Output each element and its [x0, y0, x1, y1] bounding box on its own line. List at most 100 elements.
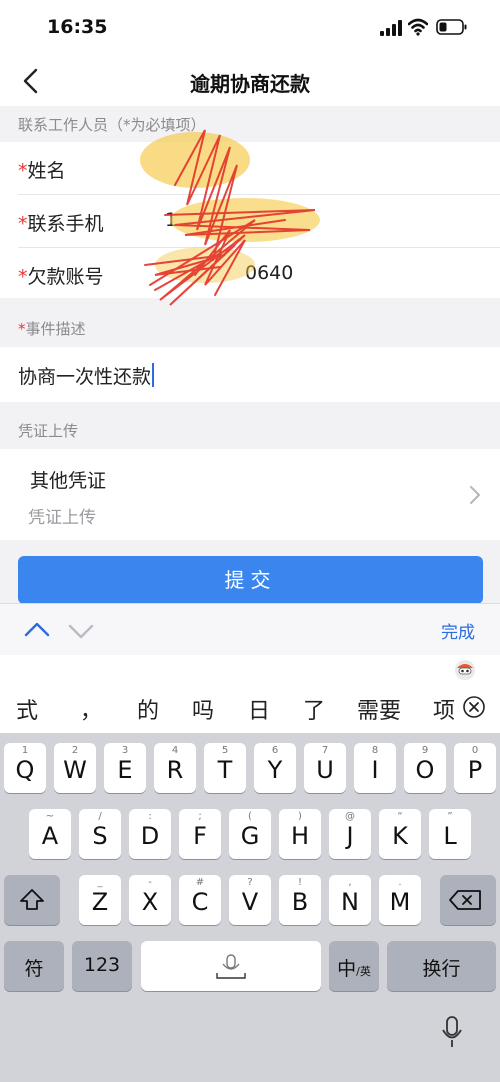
key-label: I	[371, 756, 379, 784]
key-i[interactable]: 8I	[354, 743, 396, 793]
key-w[interactable]: 2W	[54, 743, 96, 793]
ime-mascot-icon[interactable]	[454, 659, 476, 681]
key-sub-label: ”	[447, 811, 453, 822]
key-sub-label: 9	[421, 745, 429, 756]
key-m[interactable]: .M	[379, 875, 421, 925]
return-key[interactable]: 换行	[387, 941, 496, 991]
key-z[interactable]: _ Z	[79, 875, 121, 925]
key-g[interactable]: (G	[229, 809, 271, 859]
key-label: S	[92, 822, 108, 850]
key-sub-label: _	[97, 877, 103, 888]
key-sub-label: 8	[371, 745, 379, 756]
key-c[interactable]: # C	[179, 875, 221, 925]
key-sub-label: ?	[247, 877, 253, 888]
language-toggle-label: 中/英	[329, 954, 379, 981]
numbers-key[interactable]: 123	[72, 941, 132, 991]
key-e[interactable]: 3E	[104, 743, 146, 793]
candidate-word[interactable]: 需要	[357, 693, 401, 725]
backspace-key[interactable]	[440, 875, 496, 925]
candidate-word[interactable]: ，	[80, 693, 102, 725]
language-main-label: 中	[337, 958, 357, 980]
key-label: G	[240, 822, 260, 850]
phone-label-text: 联系手机	[27, 213, 104, 235]
key-h[interactable]: ) H	[279, 809, 321, 859]
evidence-section-label: 凭证上传	[18, 422, 79, 440]
key-label: C	[191, 888, 209, 916]
chevron-down-icon[interactable]	[68, 622, 94, 640]
key-x[interactable]: -X	[129, 875, 171, 925]
done-button[interactable]: 完成	[441, 618, 475, 643]
key-k[interactable]: “K	[379, 809, 421, 859]
key-sub-label: -	[148, 877, 152, 888]
required-mark: *	[18, 160, 28, 182]
space-key[interactable]	[141, 941, 321, 991]
key-sub-label: 5	[221, 745, 229, 756]
event-section-label-text: 事件描述	[25, 320, 86, 338]
key-sub-label: 3	[121, 745, 129, 756]
key-label: K	[392, 822, 408, 850]
key-sub-label: @	[345, 811, 355, 822]
nav-bar: 逾期协商还款	[0, 56, 500, 106]
language-sub-label: /英	[356, 965, 371, 978]
key-v[interactable]: ? V	[229, 875, 271, 925]
key-r[interactable]: 4R	[154, 743, 196, 793]
key-label: B	[291, 888, 309, 916]
key-label: W	[63, 756, 87, 784]
redaction-scribble	[140, 129, 320, 306]
key-o[interactable]: 9O	[404, 743, 446, 793]
key-t[interactable]: 5T	[204, 743, 246, 793]
chevron-up-icon[interactable]	[24, 620, 50, 638]
key-q[interactable]: 1Q	[4, 743, 46, 793]
account-label-text: 欠款账号	[27, 266, 104, 288]
key-label: Q	[15, 756, 35, 784]
key-s[interactable]: / S	[79, 809, 121, 859]
symbols-key[interactable]: 符	[4, 941, 64, 991]
wifi-icon	[408, 18, 428, 36]
key-u[interactable]: 7U	[304, 743, 346, 793]
candidate-word[interactable]: 吗	[192, 693, 214, 725]
key-label: O	[415, 756, 435, 784]
required-mark: *	[18, 320, 26, 338]
shift-key[interactable]	[4, 875, 60, 925]
event-description-input[interactable]: 协商一次性还款	[18, 362, 155, 389]
key-b[interactable]: ! B	[279, 875, 321, 925]
key-p[interactable]: 0P	[454, 743, 496, 793]
key-label: F	[193, 822, 207, 850]
key-label: P	[467, 756, 483, 784]
chevron-right-icon[interactable]	[468, 484, 482, 506]
contact-section-label-req: *	[123, 116, 131, 134]
microphone-icon[interactable]	[440, 1015, 464, 1049]
required-mark: *	[18, 266, 28, 288]
language-toggle-key[interactable]: 中/英	[329, 941, 379, 991]
key-y[interactable]: 6Y	[254, 743, 296, 793]
key-l[interactable]: ” L	[429, 809, 471, 859]
key-label: U	[316, 756, 334, 784]
battery-icon	[436, 19, 467, 35]
text-cursor	[152, 363, 155, 387]
candidate-word[interactable]: 式	[16, 693, 38, 725]
candidate-word[interactable]: 日	[248, 693, 270, 725]
key-sub-label: 6	[271, 745, 279, 756]
close-candidates-icon[interactable]	[462, 695, 486, 719]
key-label: V	[241, 888, 259, 916]
key-j[interactable]: @ J	[329, 809, 371, 859]
candidate-word[interactable]: 的	[137, 693, 159, 725]
submit-button[interactable]: 提交	[18, 556, 483, 604]
key-a[interactable]: ~ A	[29, 809, 71, 859]
key-d[interactable]: :D	[129, 809, 171, 859]
key-sub-label: ;	[198, 811, 202, 822]
key-sub-label: 2	[71, 745, 79, 756]
event-section-label: *事件描述	[18, 318, 86, 339]
backspace-icon	[449, 890, 481, 910]
key-label: X	[141, 888, 159, 916]
candidate-word[interactable]: 项	[433, 693, 455, 725]
key-f[interactable]: ; F	[179, 809, 221, 859]
return-key-label: 换行	[422, 958, 461, 980]
name-label: *姓名	[18, 156, 66, 183]
key-n[interactable]: ,N	[329, 875, 371, 925]
candidate-word[interactable]: 了	[303, 693, 325, 725]
key-sub-label: !	[297, 877, 302, 888]
key-label: L	[443, 822, 457, 850]
status-bar: 16:35	[0, 0, 500, 56]
required-mark: *	[18, 213, 28, 235]
